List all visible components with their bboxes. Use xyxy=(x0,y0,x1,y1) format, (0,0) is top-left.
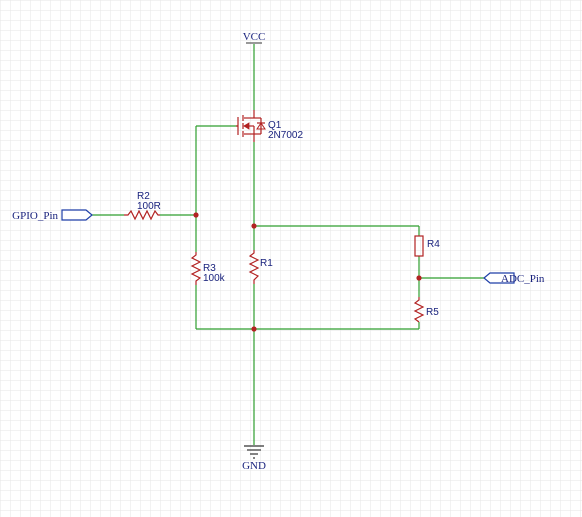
grid-background xyxy=(0,0,582,517)
adc-port: ADC_Pin xyxy=(483,272,545,285)
adc-port-label: ADC_Pin xyxy=(501,273,545,285)
gpio-port: GPIO_Pin xyxy=(12,209,93,222)
junction-gate xyxy=(193,212,199,218)
r1-designator: R1 xyxy=(260,258,273,269)
gpio-port-label: GPIO_Pin xyxy=(12,210,58,222)
gnd-label: GND xyxy=(242,460,266,472)
r5-designator: R5 xyxy=(426,307,439,318)
r2-value: 100R xyxy=(137,201,161,212)
junction-gnd xyxy=(251,326,257,332)
junction-adc xyxy=(416,275,422,281)
junction-source xyxy=(251,223,257,229)
vcc-label: VCC xyxy=(243,31,266,43)
r3-value: 100k xyxy=(203,273,226,284)
vcc-power-symbol: VCC xyxy=(243,31,266,44)
q1-value: 2N7002 xyxy=(268,130,303,141)
r4-designator: R4 xyxy=(427,239,440,250)
schematic-canvas: VCC GND Q1 2N7002 R2 100R R3 100k R1 R4 … xyxy=(0,0,582,517)
